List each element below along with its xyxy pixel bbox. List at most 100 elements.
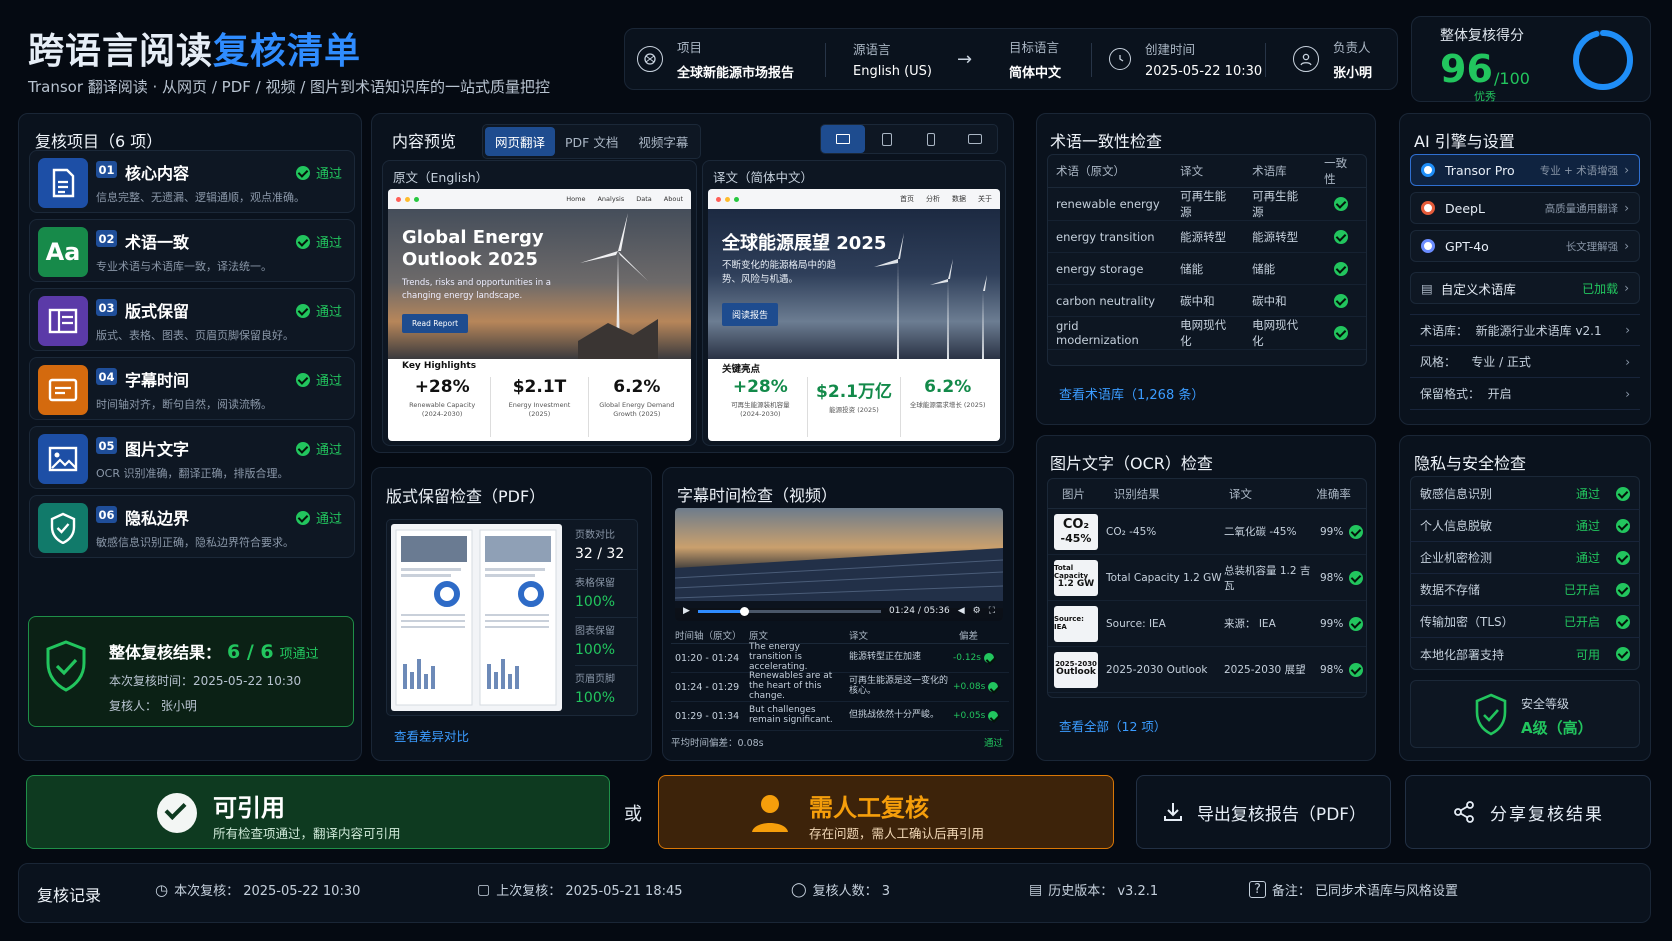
check-icon	[295, 372, 310, 387]
view-diff-link[interactable]: 查看差异对比	[394, 726, 469, 745]
landscape-icon[interactable]	[953, 125, 997, 153]
score-ring	[1573, 30, 1633, 90]
device-toggle	[820, 124, 998, 154]
shield-check-icon	[46, 640, 86, 692]
view-termbase-link[interactable]: 查看术语库（1,268 条）	[1059, 384, 1204, 403]
custom-termbase-row[interactable]: ▤ 自定义术语库 已加载 ›	[1410, 272, 1640, 304]
nav-link[interactable]: About	[664, 195, 683, 203]
ocr-thumbnail: Source: IEA	[1054, 605, 1098, 642]
volume-icon[interactable]: ◀	[958, 606, 965, 616]
ai-setting-row[interactable]: 术语库： 新能源行业术语库 v2.1 ›	[1410, 314, 1640, 346]
document-icon	[38, 158, 88, 208]
nav-link[interactable]: Data	[636, 195, 652, 203]
ai-setting-row[interactable]: 保留格式： 开启 ›	[1410, 378, 1640, 410]
pass-status: 通过	[295, 370, 342, 389]
review-items-panel: 复核项目（6 项） 01 核心内容 信息完整、无遗漏、逻辑通顺，观点准确。 通过 Aa 0…	[18, 113, 362, 761]
user-icon: ◯	[791, 881, 807, 898]
check-icon	[1616, 518, 1630, 533]
review-item-number: 03	[96, 299, 117, 316]
review-item-04[interactable]: 04 字幕时间 时间轴对齐，断句自然，阅读流畅。 通过	[29, 357, 355, 420]
subtitle-check-panel: 字幕时间检查（视频） ▶ 01:24 / 05:36 ◀ ⚙ ⛶ 时间轴（原文）…	[662, 467, 1014, 761]
engine-1[interactable]: DeepL 高质量通用翻译 ›	[1410, 192, 1640, 224]
layout-icon	[38, 296, 88, 346]
engine-0[interactable]: Transor Pro 专业 + 术语增强 ›	[1410, 154, 1640, 186]
review-item-desc: 专业术语与术语库一致，译法统一。	[96, 260, 272, 273]
target-web-page: 首页 分析 数据 关于 全球能源展望 2025 不断变化的能源格局中的趋势、风险与机遇…	[708, 189, 1000, 441]
footer-history-version: ▤ 历史版本： v3.2.1	[1029, 881, 1159, 900]
phone-icon[interactable]	[909, 125, 953, 153]
or-separator: 或	[624, 804, 642, 825]
highlight-stat: $2.1万亿 能源投资 (2025)	[808, 377, 902, 437]
desktop-icon[interactable]	[821, 125, 865, 153]
tab-pdf[interactable]: PDF 文档	[555, 127, 628, 156]
nav-link[interactable]: 首页	[900, 194, 914, 204]
subtitle-row: 01:29 - 01:34 But challenges remain signi…	[671, 702, 1009, 731]
ocr-row: 2025-2030 Outlook 2025-2030 Outlook 2025-20…	[1048, 647, 1366, 693]
fullscreen-icon[interactable]: ⛶	[989, 606, 995, 616]
review-item-03[interactable]: 03 版式保留 版式、表格、图表、页眉页脚保留良好。 通过	[29, 288, 355, 351]
view-all-ocr-link[interactable]: 查看全部（12 项）	[1059, 716, 1166, 735]
arrow-right-icon: →	[957, 48, 973, 70]
share-result-button[interactable]: 分享复核结果	[1405, 775, 1651, 849]
ocr-thumbnail: Total Capacity 1.2 GW	[1054, 559, 1098, 596]
target-language: 简体中文	[1009, 66, 1062, 81]
security-level-card: 安全等级 A级（高）	[1410, 680, 1640, 748]
review-item-desc: 版式、表格、图表、页眉页脚保留良好。	[96, 329, 294, 342]
document-icon: ▤	[1421, 280, 1433, 296]
timing-offset: +0.08s	[953, 682, 986, 692]
manual-review-button[interactable]: 需人工复核 存在问题，需人工确认后再引用	[658, 775, 1114, 849]
user-icon	[1293, 46, 1319, 72]
source-language: English (US)	[853, 64, 932, 79]
engine-2[interactable]: GPT-4o 长文理解强 ›	[1410, 230, 1640, 262]
footer-reviewer-count: ◯ 复核人数： 3	[791, 881, 891, 900]
check-icon	[988, 711, 999, 721]
nav-link[interactable]: 分析	[926, 194, 940, 204]
overall-score-card: 整体复核得分 96 /100 优秀	[1411, 16, 1651, 103]
tablet-icon[interactable]	[865, 125, 909, 153]
engine-logo-icon	[1421, 201, 1435, 215]
owner-name: 张小明	[1333, 66, 1373, 81]
engine-logo-icon	[1421, 163, 1435, 177]
clipboard-icon: ▤	[1029, 881, 1043, 898]
review-item-01[interactable]: 01 核心内容 信息完整、无遗漏、逻辑通顺，观点准确。 通过	[29, 150, 355, 213]
chevron-right-icon: ›	[1624, 163, 1629, 177]
read-report-button[interactable]: Read Report	[402, 314, 469, 333]
project-info-bar: 项目 全球新能源市场报告 源语言 English (US) → 目标语言 简体中文 创…	[624, 28, 1398, 90]
nav-link[interactable]: Home	[566, 195, 585, 203]
review-item-number: 06	[96, 506, 117, 523]
score-grade: 优秀	[1474, 90, 1496, 103]
settings-icon[interactable]: ⚙	[973, 606, 981, 616]
overall-result-value: 6 / 6	[227, 641, 274, 663]
video-controls: ▶ 01:24 / 05:36 ◀ ⚙ ⛶	[675, 601, 1003, 621]
check-icon	[1334, 197, 1349, 212]
video-progress-track[interactable]	[697, 606, 882, 616]
export-report-button[interactable]: 导出复核报告（PDF）	[1136, 775, 1391, 849]
nav-link[interactable]: Analysis	[597, 195, 624, 203]
review-item-06[interactable]: 06 隐私边界 敏感信息识别正确，隐私边界符合要求。 通过	[29, 495, 355, 558]
term-row: grid modernization 电网现代化 电网现代化	[1048, 316, 1366, 350]
term-row: energy transition 能源转型 能源转型	[1048, 220, 1366, 253]
target-preview: 译文（简体中文） 首页 分析 数据 关于 全球能源展望 2025 不断变化的能源格局中…	[702, 160, 1006, 446]
ai-setting-row[interactable]: 风格： 专业 / 正式 ›	[1410, 346, 1640, 378]
chevron-right-icon: ›	[1625, 386, 1630, 401]
video-player[interactable]: ▶ 01:24 / 05:36 ◀ ⚙ ⛶	[675, 508, 1003, 621]
person-icon	[752, 795, 788, 832]
review-item-number: 04	[96, 368, 117, 385]
review-item-02[interactable]: Aa 02 术语一致 专业术语与术语库一致，译法统一。 通过	[29, 219, 355, 282]
term-consistency-panel: 术语一致性检查 术语（原文） 译文 术语库 一致性 renewable energy 可再…	[1036, 113, 1376, 425]
citable-button[interactable]: 可引用 所有检查项通过，翻译内容可引用	[26, 775, 610, 849]
nav-link[interactable]: 关于	[978, 194, 992, 204]
play-icon[interactable]: ▶	[683, 606, 690, 616]
review-item-title: 隐私边界	[125, 509, 190, 528]
tab-web[interactable]: 网页翻译	[485, 127, 556, 156]
privacy-row: 本地化部署支持 可用	[1410, 638, 1640, 670]
check-icon	[1349, 616, 1364, 631]
tab-video[interactable]: 视频字幕	[628, 127, 698, 156]
security-level-value: A级（高）	[1521, 719, 1593, 737]
share-icon	[1454, 801, 1474, 823]
check-icon	[1349, 570, 1364, 585]
chevron-right-icon: ›	[1625, 323, 1630, 337]
read-report-button-zh[interactable]: 阅读报告	[722, 303, 779, 326]
nav-link[interactable]: 数据	[952, 194, 966, 204]
review-item-05[interactable]: 05 图片文字 OCR 识别准确，翻译正确，排版合理。 通过	[29, 426, 355, 489]
